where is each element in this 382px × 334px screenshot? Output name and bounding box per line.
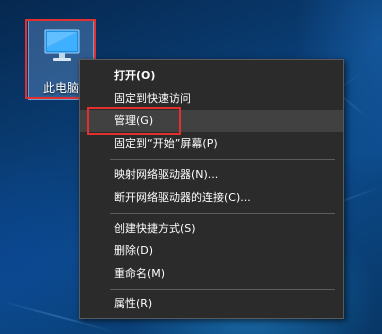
context-menu: 打开(O) 固定到快速访问 管理(G) 固定到“开始”屏幕(P) 映射网络驱动器… bbox=[79, 59, 344, 319]
menu-item-properties[interactable]: 属性(R) bbox=[80, 293, 343, 315]
menu-item-pin-quick-access[interactable]: 固定到快速访问 bbox=[80, 88, 343, 110]
menu-item-open[interactable]: 打开(O) bbox=[80, 65, 343, 87]
menu-item-map-drive[interactable]: 映射网络驱动器(N)... bbox=[80, 164, 343, 186]
menu-item-delete[interactable]: 删除(D) bbox=[80, 240, 343, 262]
menu-separator bbox=[110, 289, 335, 290]
menu-item-rename[interactable]: 重命名(M) bbox=[80, 263, 343, 285]
computer-icon bbox=[44, 29, 80, 61]
menu-item-create-shortcut[interactable]: 创建快捷方式(S) bbox=[80, 218, 343, 240]
menu-separator bbox=[110, 159, 335, 160]
menu-separator bbox=[110, 213, 335, 214]
menu-item-disconnect-drive[interactable]: 断开网络驱动器的连接(C)... bbox=[80, 187, 343, 209]
menu-item-pin-start[interactable]: 固定到“开始”屏幕(P) bbox=[80, 133, 343, 155]
menu-item-manage[interactable]: 管理(G) bbox=[80, 110, 343, 132]
